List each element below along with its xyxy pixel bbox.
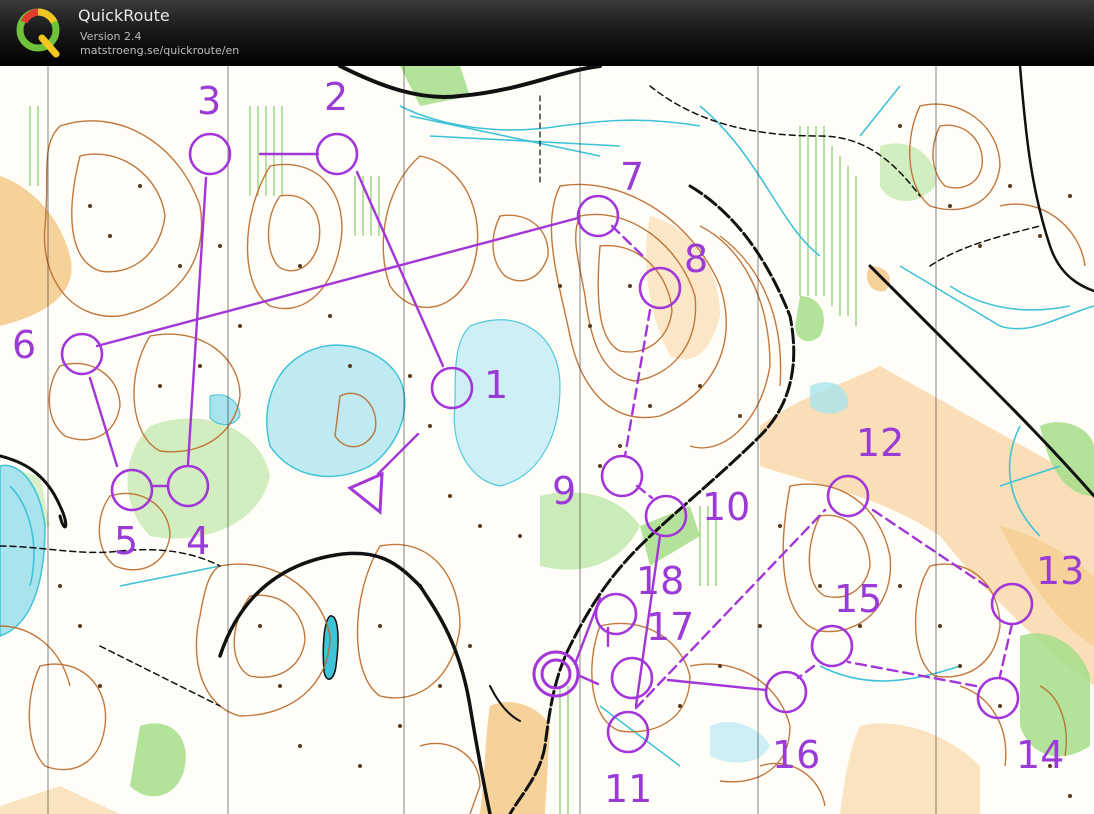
control-label-6: 6	[12, 323, 36, 367]
control-label-2: 2	[324, 75, 348, 119]
control-label-13: 13	[1036, 549, 1084, 593]
control-label-9: 9	[552, 469, 576, 513]
app-name: QuickRoute	[78, 6, 170, 25]
orienteering-map[interactable]: 1 2 3 4 5 6 7 8 9 10 11 12 13 14 15 16 1…	[0, 66, 1094, 814]
app-url[interactable]: matstroeng.se/quickroute/en	[80, 44, 239, 57]
control-label-17: 17	[646, 605, 694, 649]
control-label-5: 5	[114, 519, 138, 563]
control-label-4: 4	[186, 519, 210, 563]
control-label-1: 1	[484, 363, 508, 407]
control-label-15: 15	[834, 577, 882, 621]
control-label-8: 8	[684, 237, 708, 281]
control-label-11: 11	[604, 767, 652, 811]
control-label-12: 12	[856, 421, 904, 465]
quickroute-window: QuickRoute Version 2.4 matstroeng.se/qui…	[0, 0, 1094, 814]
control-label-10: 10	[702, 485, 750, 529]
map-canvas[interactable]: 1 2 3 4 5 6 7 8 9 10 11 12 13 14 15 16 1…	[0, 66, 1094, 814]
control-label-16: 16	[772, 733, 820, 777]
app-version: Version 2.4	[80, 30, 142, 43]
control-label-7: 7	[620, 155, 644, 199]
control-label-3: 3	[197, 79, 221, 123]
control-label-14: 14	[1016, 733, 1064, 777]
quickroute-logo-icon	[16, 8, 60, 58]
control-label-18: 18	[636, 559, 684, 603]
app-header: QuickRoute Version 2.4 matstroeng.se/qui…	[0, 0, 1094, 66]
